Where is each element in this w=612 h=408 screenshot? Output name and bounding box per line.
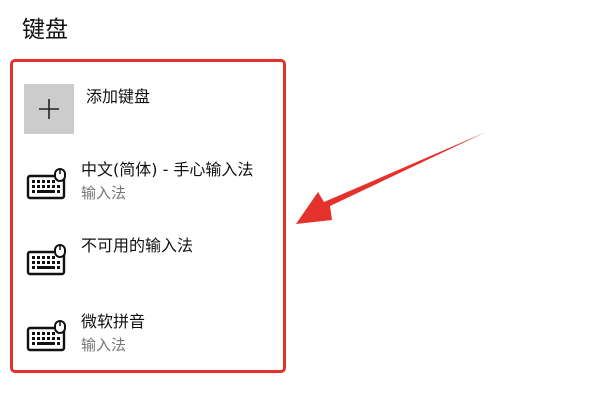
plus-icon [39,99,59,119]
keyboard-subtitle: 输入法 [81,184,127,202]
keyboard-icon [24,236,74,286]
add-keyboard-tile[interactable] [24,84,74,134]
add-keyboard-label: 添加键盘 [86,87,151,106]
keyboard-icon [24,160,74,210]
keyboard-title: 中文(简体) - 手心输入法 [81,160,254,179]
red-arrow-annotation [296,132,486,224]
keyboard-icon [24,312,74,362]
keyboard-item-microsoft-pinyin[interactable]: 微软拼音 输入法 [24,312,145,362]
add-keyboard-button[interactable]: 添加键盘 [24,84,150,134]
section-title: 键盘 [22,17,68,43]
keyboard-subtitle: 输入法 [81,336,127,354]
keyboard-item-shouxin[interactable]: 中文(简体) - 手心输入法 输入法 [24,160,253,210]
keyboard-title: 不可用的输入法 [81,236,194,255]
keyboard-title: 微软拼音 [81,312,146,331]
keyboard-item-unavailable[interactable]: 不可用的输入法 [24,236,193,286]
